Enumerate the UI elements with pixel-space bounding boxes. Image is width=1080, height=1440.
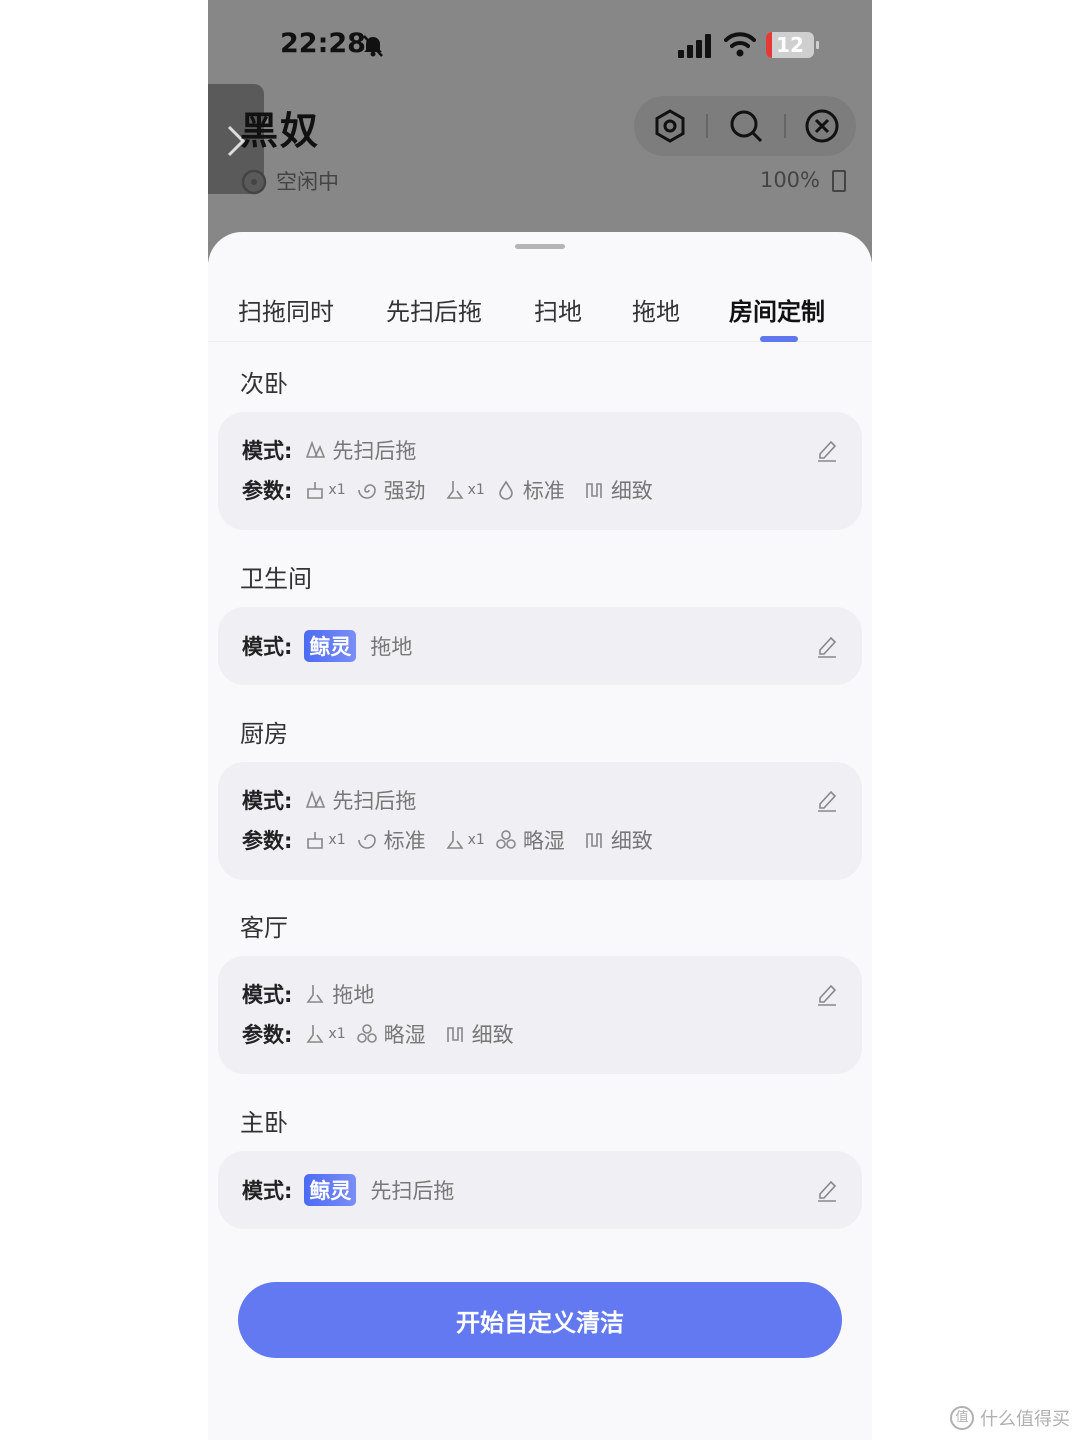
dimmed-header-area: 22:28 12 黑奴 空闲中 100% (208, 0, 872, 262)
mode-row: 模式: 先扫后拖 (242, 784, 434, 816)
battery-icon: 12 (766, 32, 819, 58)
param-value: x1 (328, 1026, 346, 1042)
device-status-text: 空闲中 (276, 170, 339, 194)
mode-label: 模式: (242, 635, 293, 659)
params-row: 参数: x1 略湿 细致 (242, 1018, 532, 1050)
sweep-icon (304, 479, 326, 501)
params-label: 参数: (242, 479, 293, 503)
mop-icon (444, 829, 466, 851)
device-battery-icon (832, 170, 846, 192)
room-title: 次卧 (240, 370, 288, 398)
active-tab-indicator (760, 336, 798, 342)
tab-mop[interactable]: 拖地 (632, 292, 680, 327)
mode-value: 先扫后拖 (370, 1179, 455, 1203)
room-title: 厨房 (240, 720, 288, 748)
wifi-icon (724, 30, 756, 62)
sweep-icon (304, 829, 326, 851)
water-icon (495, 829, 517, 851)
edit-icon[interactable] (816, 1178, 838, 1202)
mop-icon (304, 983, 326, 1005)
params-label: 参数: (242, 829, 293, 853)
bottom-sheet: 扫拖同时 先扫后拖 扫地 拖地 房间定制 次卧 模式: 先扫后拖 参数: x1 … (208, 232, 872, 1440)
mop-icon (304, 1023, 326, 1045)
mode-label: 模式: (242, 983, 293, 1007)
signal-icon (678, 34, 714, 62)
status-bar: 22:28 12 (208, 26, 872, 66)
sweep-then-mop-icon (304, 789, 326, 811)
suction-icon (356, 829, 378, 851)
sweep-then-mop-icon (304, 439, 326, 461)
watermark-text: 什么值得买 (980, 1409, 1070, 1430)
room-card[interactable]: 模式: 拖地 参数: x1 略湿 细致 (218, 956, 862, 1074)
param-value: 标准 (522, 479, 565, 503)
param-value: x1 (328, 482, 346, 498)
room-card[interactable]: 模式: 先扫后拖 参数: x1 标准 x1 略湿 细致 (218, 762, 862, 880)
params-label: 参数: (242, 1023, 293, 1047)
route-icon (444, 1023, 466, 1045)
mode-row: 模式: 鲸灵 先扫后拖 (242, 1174, 472, 1206)
mop-icon (444, 479, 466, 501)
param-value: x1 (328, 832, 346, 848)
mode-label: 模式: (242, 1179, 293, 1203)
mode-label: 模式: (242, 789, 293, 813)
tab-room-custom[interactable]: 房间定制 (729, 292, 825, 327)
water-icon (356, 1023, 378, 1045)
mode-row: 模式: 鲸灵 拖地 (242, 630, 430, 662)
mode-row: 模式: 先扫后拖 (242, 434, 434, 466)
whale-badge: 鲸灵 (304, 630, 357, 662)
param-value: 略湿 (522, 829, 565, 853)
mode-value: 先扫后拖 (332, 439, 417, 463)
mode-value: 拖地 (370, 635, 413, 659)
device-battery: 100% (759, 168, 820, 192)
param-value: x1 (467, 832, 485, 848)
mode-value: 拖地 (332, 983, 375, 1007)
param-value: 强劲 (383, 479, 426, 503)
whale-badge: 鲸灵 (304, 1174, 357, 1206)
start-custom-clean-button[interactable]: 开始自定义清洁 (238, 1282, 842, 1358)
watermark: 值 什么值得买 (950, 1404, 1070, 1432)
room-card[interactable]: 模式: 鲸灵 拖地 (218, 607, 862, 685)
phone-screen: 22:28 12 黑奴 空闲中 100% 扫拖同时 先扫后拖 扫地 拖地 房间定… (208, 0, 872, 1440)
suction-icon (356, 479, 378, 501)
edit-icon[interactable] (816, 982, 838, 1006)
sheet-handle[interactable] (515, 244, 565, 249)
search-icon[interactable] (728, 108, 764, 144)
params-row: 参数: x1 强劲 x1 标准 细致 (242, 474, 671, 506)
smzdm-logo-icon: 值 (950, 1406, 974, 1430)
route-icon (583, 479, 605, 501)
room-title: 主卧 (240, 1109, 288, 1137)
edit-icon[interactable] (816, 634, 838, 658)
param-value: 标准 (383, 829, 426, 853)
room-title: 卫生间 (240, 565, 312, 593)
room-card[interactable]: 模式: 鲸灵 先扫后拖 (218, 1151, 862, 1229)
bell-off-icon (360, 32, 386, 58)
param-value: 略湿 (383, 1023, 426, 1047)
mode-value: 先扫后拖 (332, 789, 417, 813)
device-name: 黑奴 (240, 109, 321, 153)
params-row: 参数: x1 标准 x1 略湿 细致 (242, 824, 671, 856)
mode-tabs: 扫拖同时 先扫后拖 扫地 拖地 房间定制 (208, 284, 872, 342)
param-value: 细致 (471, 1023, 514, 1047)
room-title: 客厅 (240, 914, 288, 942)
param-value: 细致 (610, 829, 653, 853)
param-value: x1 (467, 482, 485, 498)
route-icon (583, 829, 605, 851)
water-icon (495, 479, 517, 501)
battery-level: 12 (776, 33, 804, 57)
tab-sweep[interactable]: 扫地 (534, 292, 582, 327)
tab-sweep-then-mop[interactable]: 先扫后拖 (386, 292, 482, 327)
header-actions (634, 96, 856, 156)
tab-sweep-mop-together[interactable]: 扫拖同时 (238, 292, 334, 327)
edit-icon[interactable] (816, 438, 838, 462)
room-card[interactable]: 模式: 先扫后拖 参数: x1 强劲 x1 标准 细致 (218, 412, 862, 530)
edit-icon[interactable] (816, 788, 838, 812)
settings-icon[interactable] (652, 108, 688, 144)
mode-row: 模式: 拖地 (242, 978, 392, 1010)
idle-icon (241, 169, 267, 195)
mode-label: 模式: (242, 439, 293, 463)
status-time: 22:28 (280, 28, 366, 59)
close-icon[interactable] (804, 108, 840, 144)
param-value: 细致 (610, 479, 653, 503)
